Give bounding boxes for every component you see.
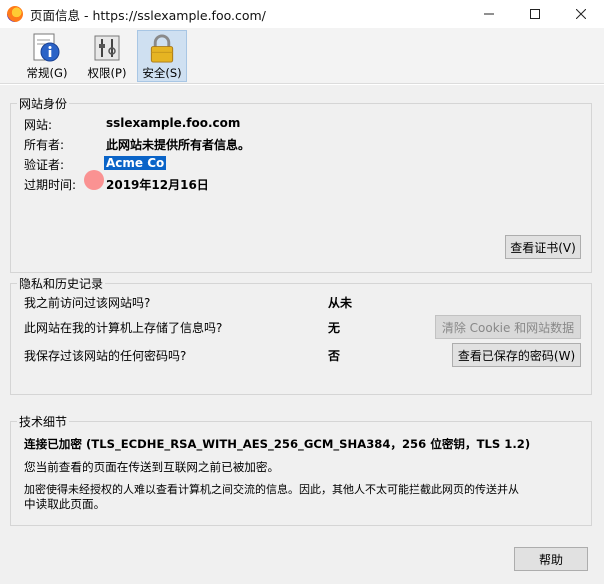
stored-data-question: 此网站在我的计算机上存储了信息吗? — [24, 321, 223, 335]
owner-value: 此网站未提供所有者信息。 — [106, 138, 251, 152]
connection-encrypted-text: 连接已加密 (TLS_ECDHE_RSA_WITH_AES_256_GCM_SH… — [24, 437, 531, 451]
lock-icon — [150, 34, 174, 63]
website-label: 网站: — [24, 118, 53, 132]
tab-permissions[interactable]: 权限(P) — [82, 30, 132, 82]
close-icon — [576, 9, 586, 19]
view-certificate-button[interactable]: 查看证书(V) — [505, 235, 581, 259]
expires-label: 过期时间: — [24, 178, 77, 192]
passwords-question: 我保存过该网站的任何密码吗? — [24, 349, 187, 363]
clear-cookies-button[interactable]: 清除 Cookie 和网站数据 — [435, 315, 581, 339]
verifier-value[interactable]: Acme Co — [104, 156, 167, 170]
expires-value: 2019年12月16日 — [106, 178, 209, 192]
maximize-icon — [530, 9, 540, 19]
close-button[interactable] — [558, 0, 604, 28]
technical-legend: 技术细节 — [19, 415, 68, 429]
help-button[interactable]: 帮助 — [514, 547, 588, 571]
title-bar: 页面信息 - https://sslexample.foo.com/ — [0, 0, 604, 28]
cursor-highlight — [84, 170, 104, 190]
website-value: sslexample.foo.com — [106, 116, 241, 130]
security-panel: 网站身份 网站: sslexample.foo.com 所有者: 此网站未提供所… — [0, 85, 604, 584]
identity-legend: 网站身份 — [19, 97, 68, 111]
visited-question: 我之前访问过该网站吗? — [24, 296, 151, 310]
owner-label: 所有者: — [24, 138, 65, 152]
permissions-icon — [94, 35, 120, 61]
stored-data-answer: 无 — [328, 321, 341, 335]
passwords-answer: 否 — [328, 349, 341, 363]
verifier-value-wrap: Acme Co — [104, 156, 167, 170]
verifier-label: 验证者: — [24, 158, 65, 172]
visited-answer: 从未 — [328, 296, 353, 310]
tab-general-label: 常规(G) — [26, 66, 68, 80]
info-icon — [33, 33, 60, 62]
encrypted-before-transmit-text: 您当前查看的页面在传送到互联网之前已被加密。 — [24, 460, 280, 474]
tab-security-label: 安全(S) — [142, 66, 182, 80]
view-saved-passwords-button[interactable]: 查看已保存的密码(W) — [452, 343, 581, 367]
tab-permissions-label: 权限(P) — [87, 66, 127, 80]
tab-toolbar: 常规(G) 权限(P) 安全(S) — [0, 28, 604, 84]
minimize-icon — [484, 13, 494, 15]
privacy-legend: 隐私和历史记录 — [19, 277, 104, 291]
minimize-button[interactable] — [466, 0, 512, 28]
encryption-explanation-text: 加密使得未经授权的人难以查看计算机之间交流的信息。因此，其他人不太可能拦截此网页… — [24, 483, 519, 496]
tab-security[interactable]: 安全(S) — [137, 30, 187, 82]
firefox-icon — [7, 6, 23, 22]
tab-general[interactable]: 常规(G) — [22, 30, 72, 82]
window-title: 页面信息 - https://sslexample.foo.com/ — [30, 7, 266, 23]
encryption-explanation-text-cont: 中读取此页面。 — [24, 497, 106, 511]
maximize-button[interactable] — [512, 0, 558, 28]
